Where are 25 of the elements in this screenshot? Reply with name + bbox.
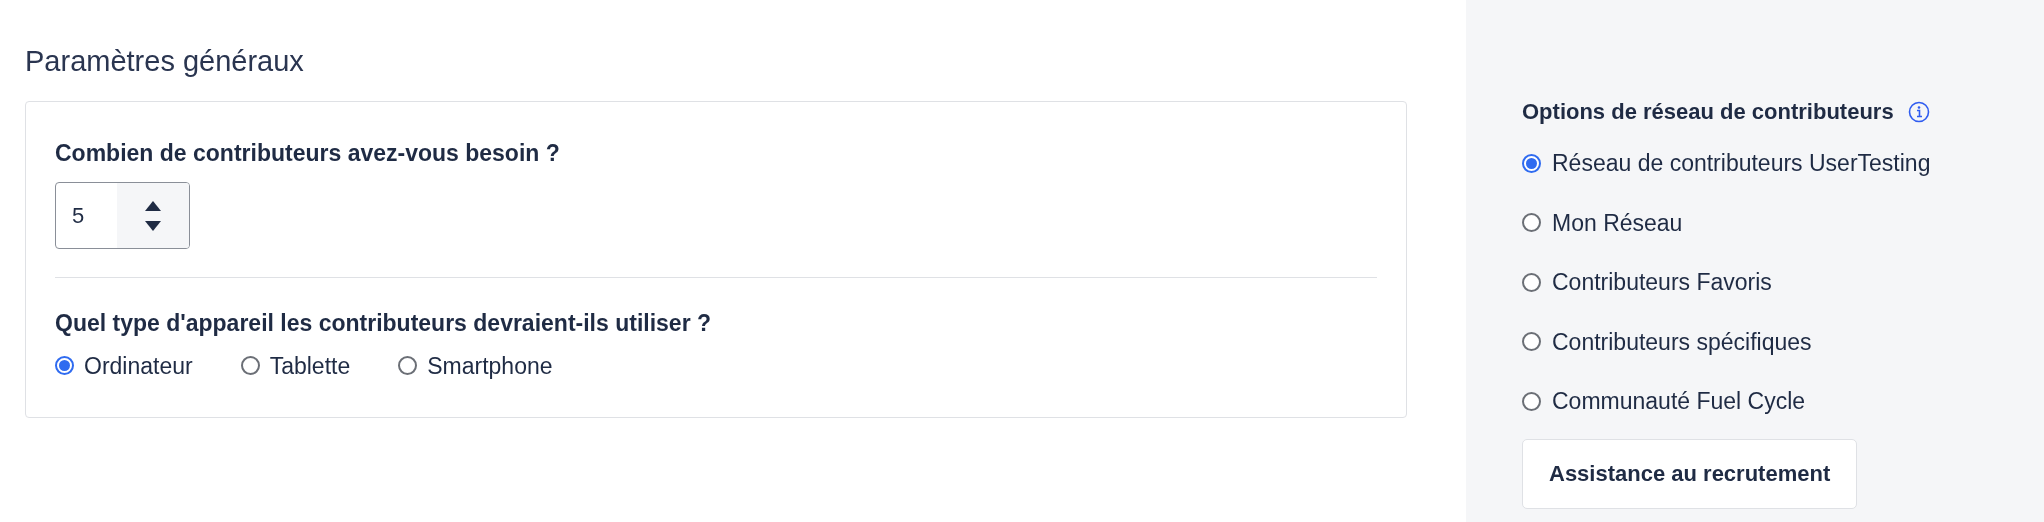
radio-button[interactable] bbox=[398, 356, 418, 376]
radio-button[interactable] bbox=[240, 356, 260, 376]
radio-label: Réseau de contributeurs UserTesting bbox=[1552, 149, 1931, 178]
question-label: Quel type d'appareil les contributeurs devraient-ils utiliser ? bbox=[55, 309, 713, 338]
radio-label: Smartphone bbox=[427, 351, 553, 381]
radio-button[interactable] bbox=[1522, 332, 1541, 352]
recruitment-button[interactable]: Assistance au recrutement bbox=[1522, 438, 1858, 509]
radio-label: Contributeurs Favoris bbox=[1552, 268, 1772, 297]
radio-button[interactable] bbox=[1522, 153, 1541, 173]
radio-label: Contributeurs spécifiques bbox=[1552, 327, 1812, 357]
radio-button[interactable] bbox=[55, 356, 74, 376]
radio-label: Mon Réseau bbox=[1552, 208, 1683, 238]
radio-label: Ordinateur bbox=[84, 351, 193, 381]
radio-button[interactable] bbox=[1522, 391, 1541, 411]
radio-button[interactable] bbox=[1522, 272, 1541, 292]
stepper-arrows-icon[interactable] bbox=[117, 183, 189, 248]
number-value: 5 bbox=[71, 202, 86, 230]
radio-button[interactable] bbox=[1522, 213, 1541, 233]
info-icon[interactable] bbox=[1907, 100, 1930, 123]
number-field[interactable]: 5 bbox=[55, 182, 190, 249]
sidebar-title: Options de réseau de contributeurs bbox=[1522, 98, 1894, 126]
section-title: Paramètres généraux bbox=[25, 44, 305, 79]
radio-label: Communauté Fuel Cycle bbox=[1552, 387, 1806, 416]
question-label: Combien de contributeurs avez-vous besoin ? bbox=[55, 138, 561, 168]
radio-label: Tablette bbox=[269, 351, 351, 381]
